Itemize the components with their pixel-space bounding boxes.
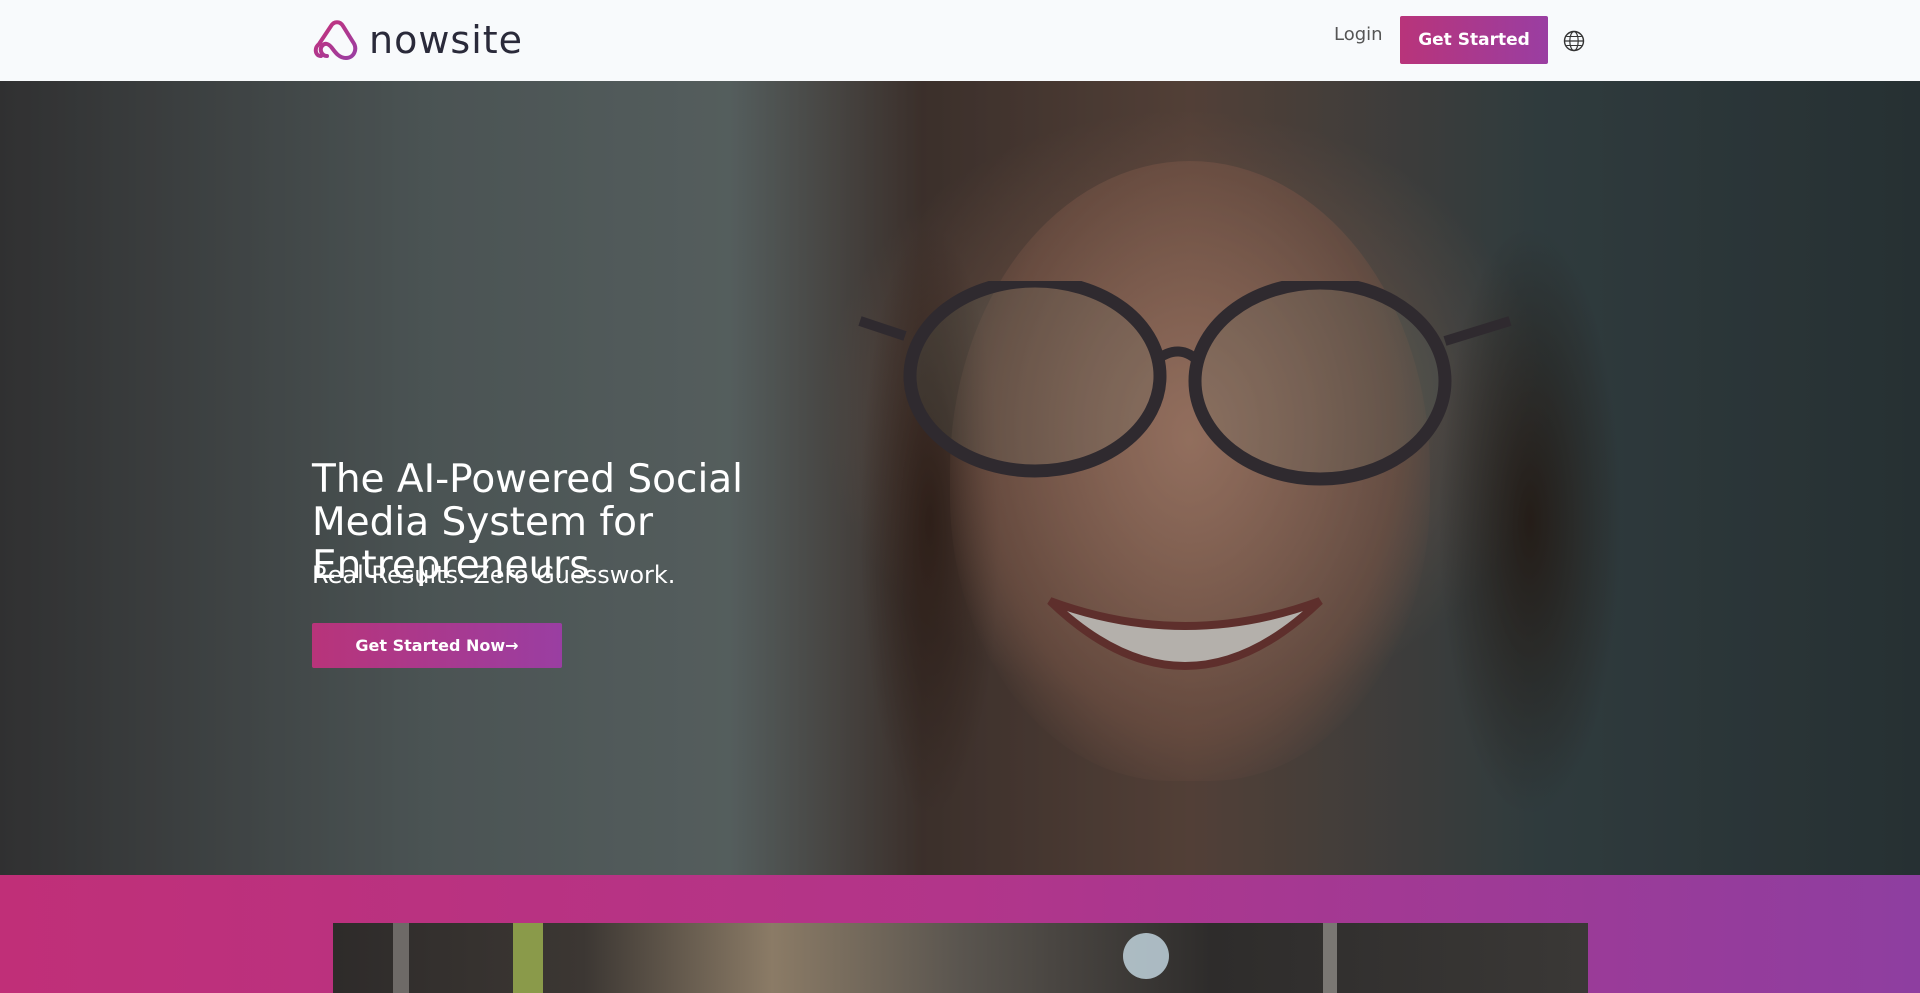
video-preview-detail bbox=[393, 923, 409, 993]
video-preview-detail bbox=[513, 923, 543, 993]
globe-icon[interactable] bbox=[1563, 30, 1585, 52]
get-started-now-button[interactable]: Get Started Now→ bbox=[312, 623, 562, 668]
video-preview-detail bbox=[1323, 923, 1337, 993]
hero-subtitle: Real Results. Zero Guesswork. bbox=[312, 561, 676, 589]
brand-name: nowsite bbox=[369, 18, 524, 62]
video-preview[interactable] bbox=[333, 923, 1588, 993]
site-header: nowsite Login Get Started bbox=[0, 0, 1920, 81]
hero-section bbox=[0, 81, 1920, 875]
brand-logo[interactable]: nowsite bbox=[313, 18, 523, 62]
hero-overlay bbox=[0, 81, 1920, 875]
logo-mark-icon bbox=[313, 20, 358, 61]
video-preview-detail bbox=[1123, 933, 1169, 979]
login-link[interactable]: Login bbox=[1334, 24, 1383, 45]
gradient-band bbox=[0, 875, 1920, 993]
get-started-button[interactable]: Get Started bbox=[1400, 16, 1548, 64]
